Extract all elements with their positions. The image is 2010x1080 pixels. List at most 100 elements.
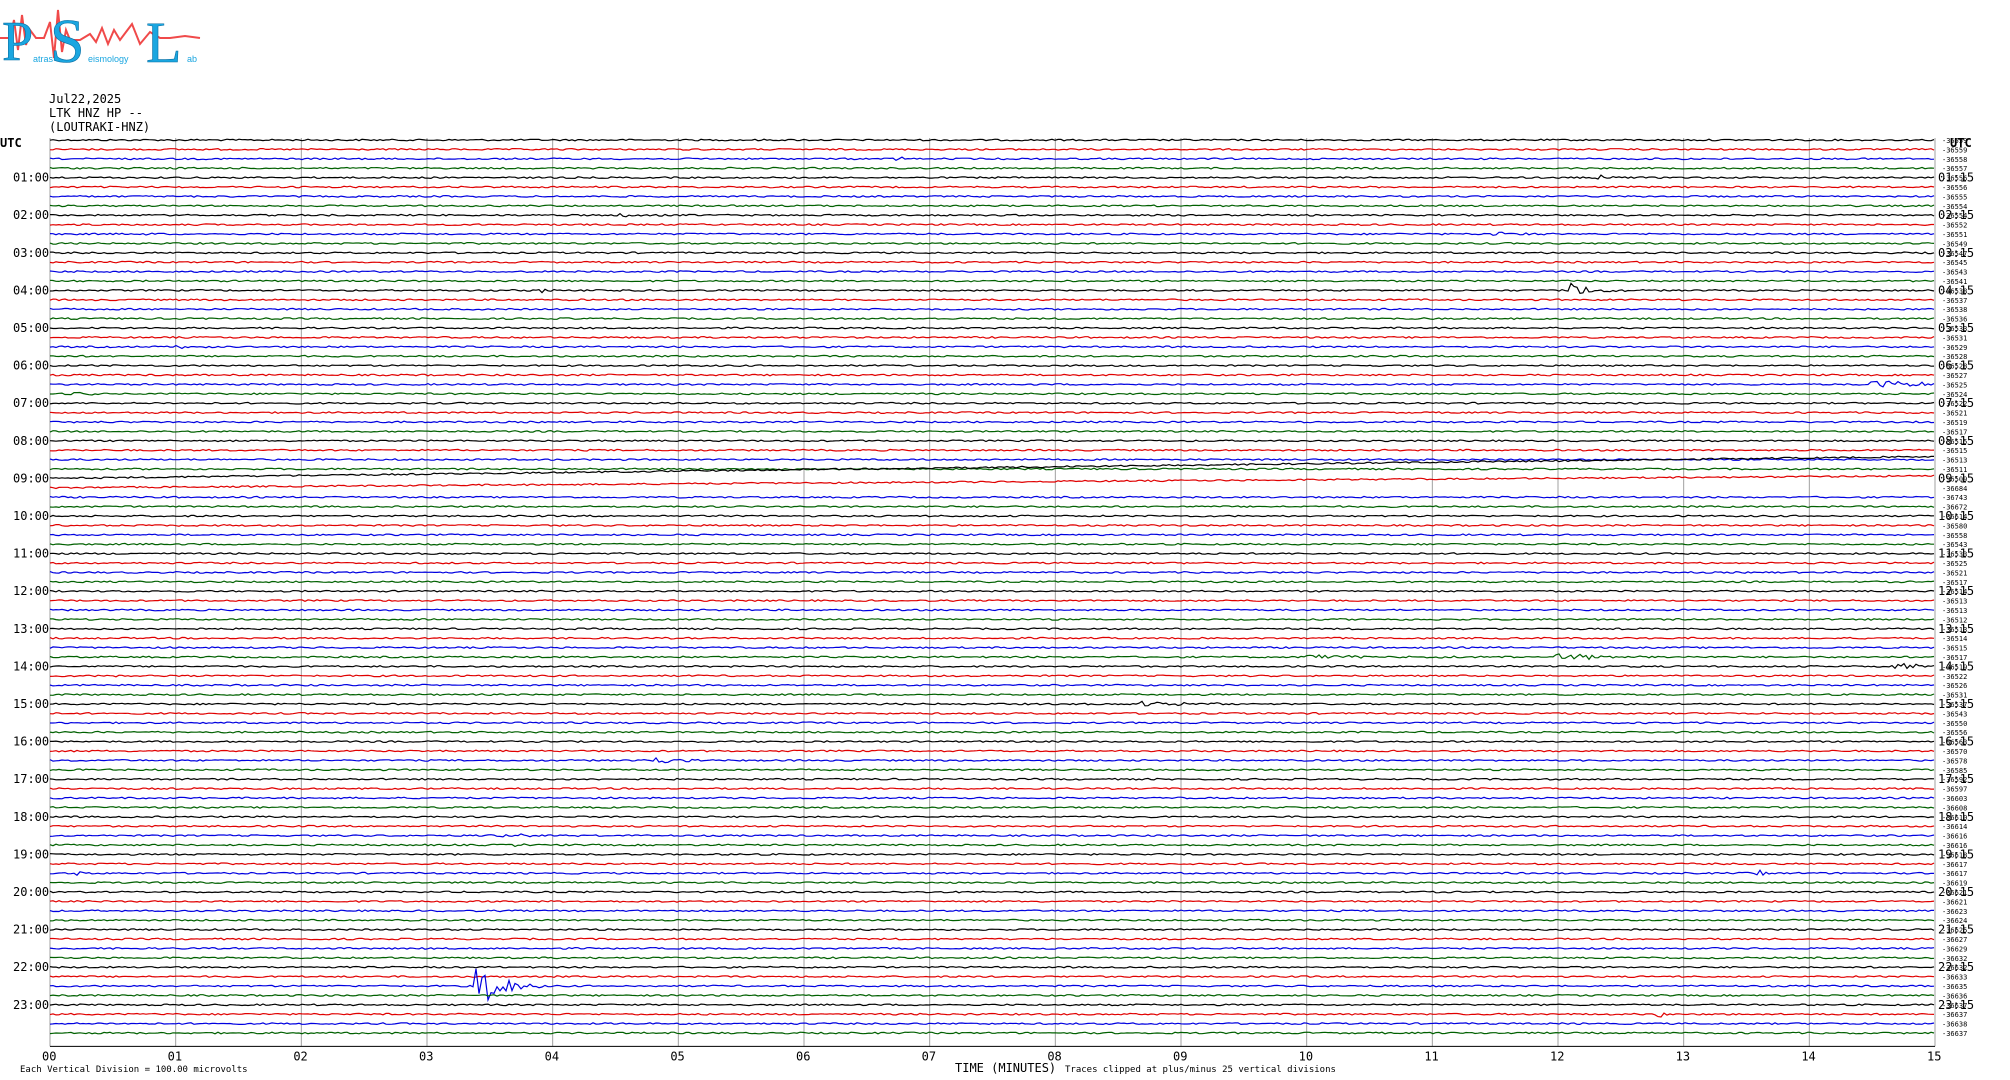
seismic-trace xyxy=(49,608,1935,612)
x-tick-label: 09 xyxy=(1173,1049,1187,1063)
hour-label-right: 17:15 xyxy=(1938,772,1974,786)
seismic-trace xyxy=(49,156,1935,162)
x-tick-label: 01 xyxy=(168,1049,182,1063)
trace-offset-label: -36513 xyxy=(1942,457,1967,465)
seismic-trace xyxy=(50,391,1935,396)
seismic-trace xyxy=(49,928,1935,932)
seismic-trace xyxy=(49,326,1935,330)
hour-label-left: 04:00 xyxy=(13,283,49,297)
seismic-trace xyxy=(49,956,1935,960)
seismic-trace xyxy=(49,862,1935,866)
trace-offset-label: -36603 xyxy=(1942,795,1967,803)
x-tick-label: 11 xyxy=(1424,1049,1438,1063)
hour-label-left: 03:00 xyxy=(13,246,49,260)
seismic-trace xyxy=(50,721,1935,725)
trace-offset-label: -36633 xyxy=(1942,974,1967,982)
seismic-trace xyxy=(49,683,1935,687)
seismic-trace xyxy=(50,212,1935,218)
trace-offset-label: -36743 xyxy=(1942,494,1967,502)
trace-offset-label: -36616 xyxy=(1942,833,1967,841)
seismic-trace xyxy=(49,401,1935,405)
trace-offset-label: -36570 xyxy=(1942,748,1967,756)
hour-label-left: 23:00 xyxy=(13,998,49,1012)
hour-label-right: 10:15 xyxy=(1938,509,1974,523)
seismic-trace xyxy=(49,335,1935,339)
seismic-trace xyxy=(49,495,1935,499)
hour-label-left: 07:00 xyxy=(13,396,49,410)
trace-offset-label: -36527 xyxy=(1942,372,1967,380)
hour-label-left: 09:00 xyxy=(13,471,49,485)
trace-offset-label: -36543 xyxy=(1942,710,1967,718)
hour-label-left: 10:00 xyxy=(13,509,49,523)
hour-label-right: 15:15 xyxy=(1938,697,1974,711)
seismic-trace xyxy=(49,552,1935,556)
seismic-trace xyxy=(49,166,1935,170)
helicorder-plot: 00 01 02 03 04 05 06 07 08 09 10 11 12 13 14 15-36559-3… xyxy=(0,136,1974,1075)
x-tick-label: 03 xyxy=(419,1049,433,1063)
hour-label-right: 18:15 xyxy=(1938,810,1974,824)
seismic-trace xyxy=(49,448,1935,452)
seismic-trace xyxy=(49,777,1935,781)
seismic-trace xyxy=(49,317,1935,321)
trace-offset-label: -36578 xyxy=(1942,757,1967,765)
hour-label-right: 19:15 xyxy=(1938,847,1974,861)
trace-offset-label: -36558 xyxy=(1942,532,1967,540)
trace-offset-label: -36515 xyxy=(1942,645,1967,653)
seismic-trace xyxy=(49,946,1935,950)
seismic-trace xyxy=(49,270,1935,274)
seismic-trace xyxy=(49,194,1935,198)
utc-label-left: UTC xyxy=(0,136,22,150)
seismic-trace xyxy=(49,241,1935,245)
seismic-trace xyxy=(49,1003,1935,1007)
hour-label-left: 05:00 xyxy=(13,321,49,335)
seismic-trace xyxy=(49,354,1935,358)
seismic-trace xyxy=(49,700,1935,707)
x-tick-label: 13 xyxy=(1676,1049,1690,1063)
hour-label-left: 17:00 xyxy=(13,772,49,786)
seismic-trace xyxy=(49,693,1935,697)
hour-label-left: 15:00 xyxy=(13,697,49,711)
hour-label-left: 22:00 xyxy=(13,960,49,974)
seismic-trace xyxy=(49,1022,1935,1026)
trace-offset-label: -36526 xyxy=(1942,682,1967,690)
seismic-trace xyxy=(49,975,1935,979)
trace-offset-label: -36514 xyxy=(1942,635,1967,643)
seismic-trace xyxy=(50,147,1935,151)
hour-label-left: 11:00 xyxy=(13,547,49,561)
seismic-trace xyxy=(49,138,1935,142)
seismic-trace xyxy=(49,373,1935,377)
trace-offset-label: -36519 xyxy=(1942,419,1967,427)
trace-offset-label: -36555 xyxy=(1942,193,1967,201)
seismic-trace xyxy=(49,561,1935,565)
seismic-trace xyxy=(49,589,1935,593)
hour-label-left: 16:00 xyxy=(13,735,49,749)
hour-label-right: 16:15 xyxy=(1938,735,1974,749)
hour-label-right: 21:15 xyxy=(1938,923,1974,937)
seismic-trace xyxy=(49,533,1935,537)
trace-offset-label: -36558 xyxy=(1942,156,1967,164)
trace-offset-label: -36550 xyxy=(1942,720,1967,728)
seismic-trace xyxy=(49,899,1935,903)
x-tick-label: 05 xyxy=(670,1049,684,1063)
hour-label-left: 18:00 xyxy=(13,810,49,824)
trace-offset-label: -36551 xyxy=(1942,231,1967,239)
seismic-trace xyxy=(49,627,1935,631)
hour-label-right: 04:15 xyxy=(1938,283,1974,297)
seismic-trace xyxy=(49,993,1935,997)
x-tick-label: 00 xyxy=(42,1049,56,1063)
seismic-trace xyxy=(49,523,1935,527)
utc-label-right: UTC xyxy=(1950,136,1972,150)
trace-offset-label: -36531 xyxy=(1942,334,1967,342)
trace-offset-label: -36543 xyxy=(1942,269,1967,277)
footer-note-left: Each Vertical Division = 100.00 microvol… xyxy=(20,1065,248,1075)
trace-offset-label: -36513 xyxy=(1942,607,1967,615)
seismic-trace xyxy=(49,514,1935,518)
seismic-trace xyxy=(49,279,1935,283)
hour-label-left: 21:00 xyxy=(13,923,49,937)
hour-label-right: 08:15 xyxy=(1938,434,1974,448)
hour-label-left: 02:00 xyxy=(13,208,49,222)
trace-offset-label: -36529 xyxy=(1942,344,1967,352)
seismic-trace xyxy=(49,474,1935,490)
hour-label-right: 06:15 xyxy=(1938,359,1974,373)
hour-label-right: 12:15 xyxy=(1938,584,1974,598)
